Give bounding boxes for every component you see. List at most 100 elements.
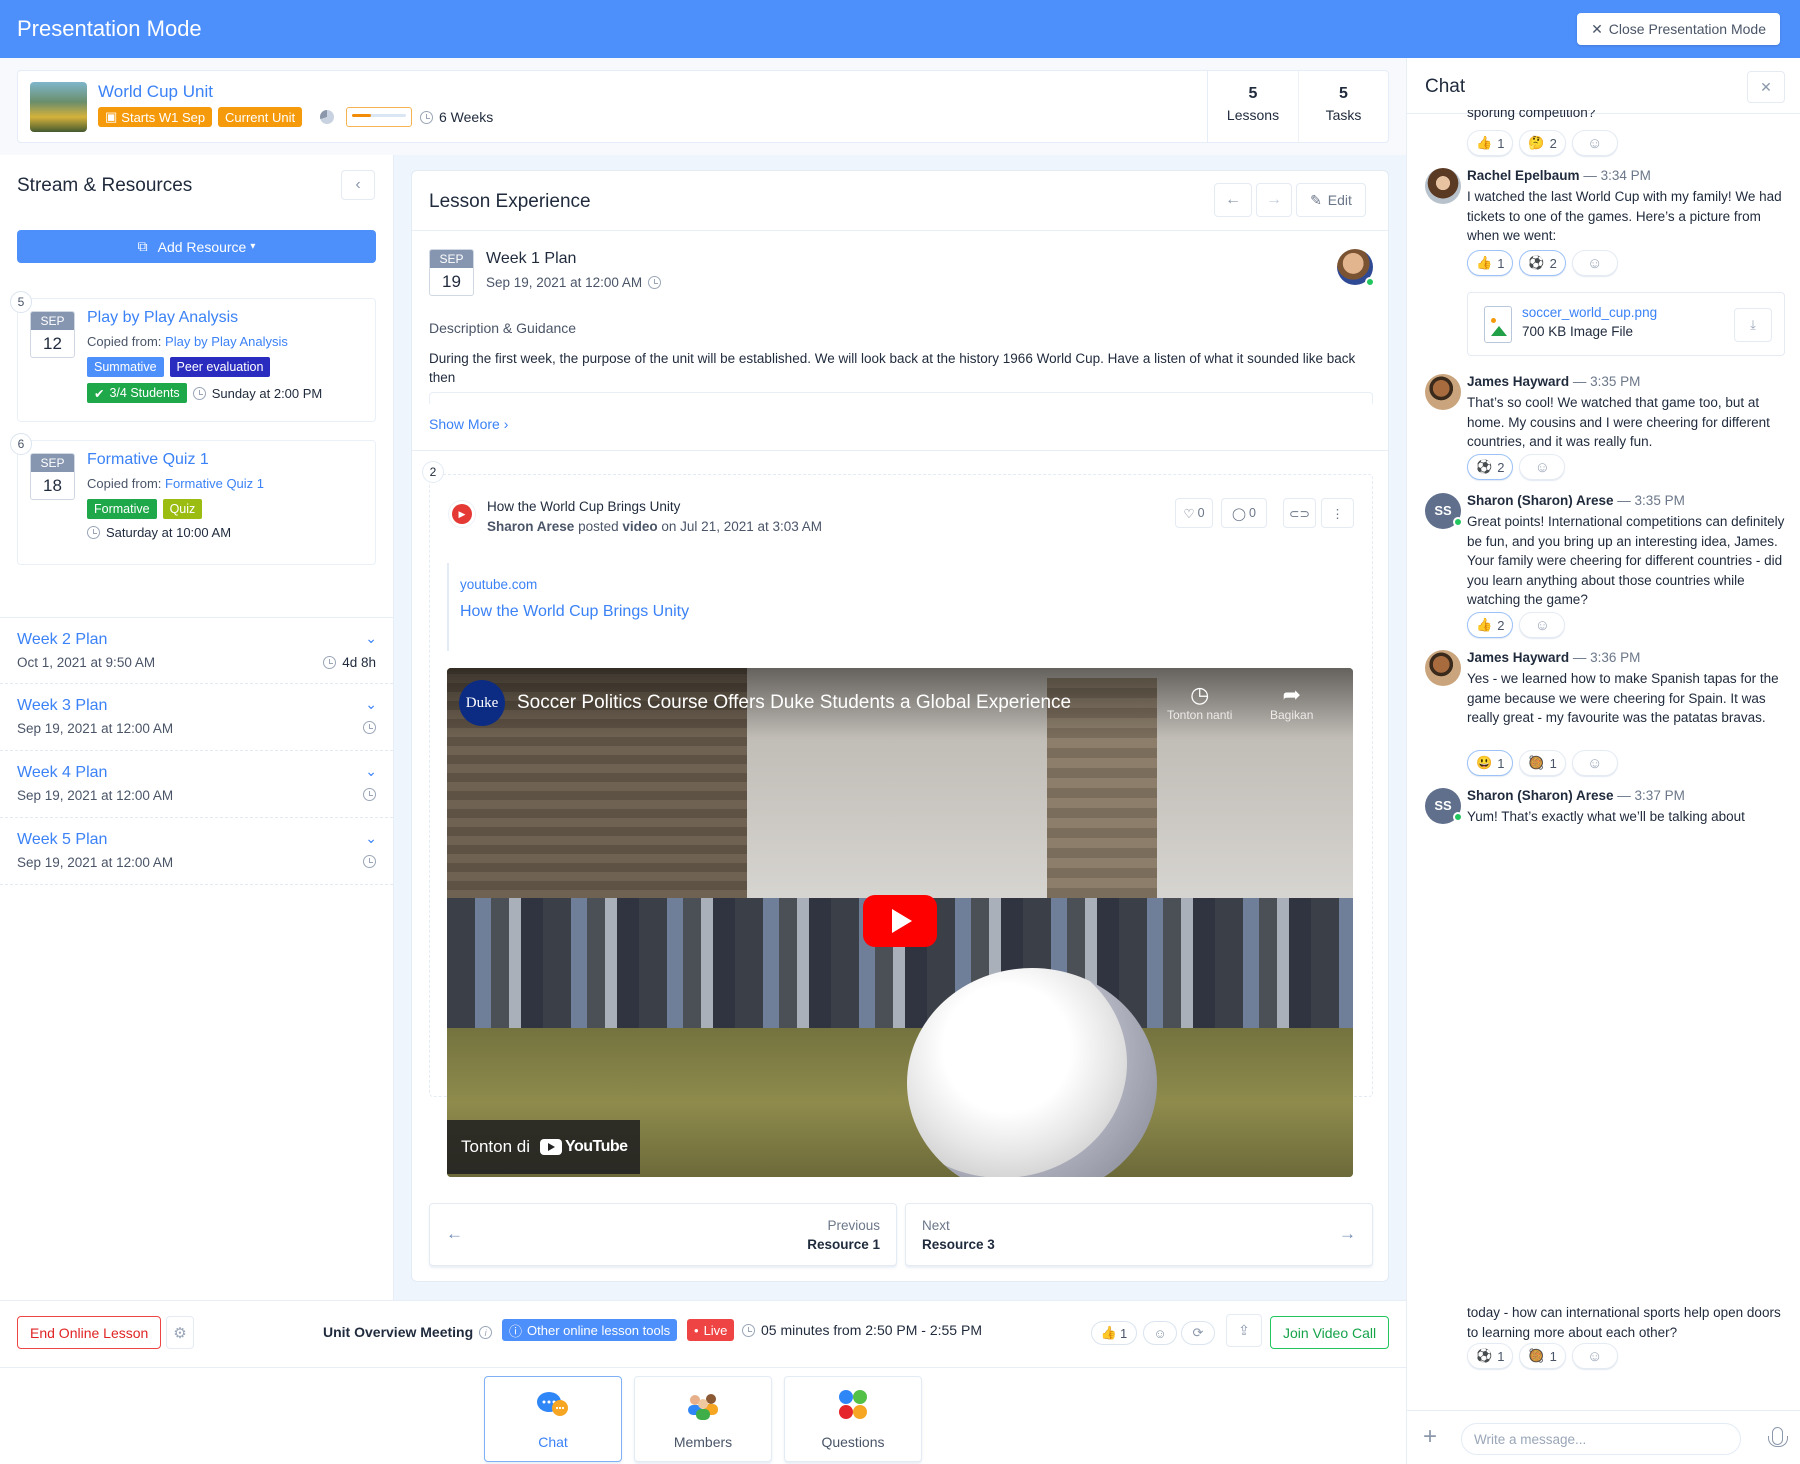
download-button[interactable]: ⤓ [1734, 308, 1772, 342]
unit-bar: World Cup Unit ▣ Starts W1 Sep Current Un… [17, 70, 1389, 143]
like-button[interactable]: ♡ 0 [1175, 498, 1213, 528]
reaction-button[interactable]: 🤔 2 [1519, 130, 1566, 156]
show-more-link[interactable]: Show More › [429, 416, 508, 432]
more-options-button[interactable]: ⋮ [1321, 498, 1354, 528]
file-name-link[interactable]: soccer_world_cup.png [1522, 305, 1657, 320]
add-reaction-button[interactable]: ☺ [1571, 130, 1618, 156]
post-author[interactable]: Sharon Arese [487, 519, 574, 534]
other-tools-button[interactable]: ⓘ Other online lesson tools [502, 1319, 678, 1341]
add-reaction-button[interactable]: ☺ [1571, 1343, 1618, 1369]
resource-title[interactable]: Play by Play Analysis [87, 309, 238, 327]
info-icon[interactable]: i [479, 1325, 493, 1339]
tile-members[interactable]: Members [634, 1376, 772, 1462]
reaction-button[interactable]: ⚽ 2 [1467, 454, 1514, 480]
week-plan-item[interactable]: Week 5 Plan Sep 19, 2021 at 12:00 AM ⌄ [0, 818, 393, 885]
refresh-button[interactable]: ⟳ [1181, 1321, 1215, 1345]
edit-button[interactable]: ✎ Edit [1296, 183, 1366, 217]
reaction-button[interactable]: ⚽ 1 [1467, 1343, 1514, 1369]
tag-row: Summative Peer evaluation [87, 357, 271, 377]
next-target: Resource 3 [922, 1237, 995, 1252]
reaction-button[interactable]: 😃 1 [1467, 750, 1514, 776]
reaction-button[interactable]: 👍 1 [1467, 130, 1514, 156]
week-plan-item[interactable]: Week 2 Plan Oct 1, 2021 at 9:50 AM ⌄ 4d … [0, 617, 393, 684]
share-button[interactable]: ➦ Bagikan [1270, 682, 1313, 722]
clock-icon [648, 276, 662, 289]
link-domain[interactable]: youtube.com [460, 577, 537, 592]
add-resource-button[interactable]: ⧉ Add Resource ▾ [17, 230, 376, 263]
tile-chat[interactable]: Chat [484, 1376, 622, 1462]
date-badge: SEP 12 [30, 311, 75, 358]
attach-button[interactable]: + [1423, 1423, 1437, 1451]
week-title: Week 2 Plan [17, 631, 108, 648]
unit-thumbnail [30, 82, 87, 132]
watch-on-youtube-button[interactable]: Tonton di YouTube [447, 1120, 640, 1174]
post-date: on Jul 21, 2021 at 3:03 AM [661, 519, 823, 534]
chevron-down-icon[interactable]: ⌄ [365, 830, 377, 847]
collapse-sidebar-button[interactable]: ‹ [341, 170, 375, 200]
comment-button[interactable]: ◯ 0 [1221, 498, 1267, 528]
youtube-play-icon: ▶ [448, 500, 476, 528]
next-lesson-button[interactable]: → [1256, 183, 1292, 217]
chevron-down-icon[interactable]: ⌄ [365, 696, 377, 713]
reaction-button[interactable]: 👍 2 [1467, 612, 1514, 638]
add-reaction-button[interactable]: ☺ [1519, 612, 1566, 638]
resource-card[interactable]: 6 SEP 18 Formative Quiz 1 Copied from: Fo… [10, 433, 376, 565]
reaction-button[interactable]: 🥘 1 [1519, 750, 1566, 776]
channel-logo[interactable]: Duke [459, 680, 505, 726]
copied-from-link[interactable]: Play by Play Analysis [165, 334, 288, 349]
message-time: — 3:36 PM [1572, 650, 1641, 665]
avatar[interactable] [1425, 650, 1461, 686]
author-name: Rachel Epelbaum [1467, 168, 1580, 183]
smiley-icon: ☺ [1587, 134, 1603, 152]
resource-title[interactable]: Formative Quiz 1 [87, 451, 209, 469]
clock-icon [192, 386, 206, 400]
thumbs-up-reaction[interactable]: 👍 1 [1091, 1321, 1137, 1345]
close-chat-button[interactable]: ✕ [1747, 71, 1785, 103]
online-indicator [1365, 277, 1375, 287]
add-reaction-button[interactable]: ☺ [1571, 250, 1618, 276]
avatar[interactable] [1425, 374, 1461, 410]
play-button[interactable] [863, 895, 937, 947]
youtube-brand: YouTube [565, 1138, 628, 1155]
chevron-down-icon[interactable]: ⌄ [365, 630, 377, 647]
video-title[interactable]: Soccer Politics Course Offers Duke Stude… [517, 692, 1071, 714]
reaction-button[interactable]: ⚽ 2 [1519, 250, 1566, 276]
add-reaction-button[interactable]: ☺ [1571, 750, 1618, 776]
copied-from: Copied from: Formative Quiz 1 [87, 476, 264, 491]
week-plan-item[interactable]: Week 3 Plan Sep 19, 2021 at 12:00 AM ⌄ [0, 684, 393, 751]
copy-link-button[interactable]: ⊂⊃ [1283, 498, 1316, 528]
reaction-button[interactable]: 👍 1 [1467, 250, 1514, 276]
join-video-call-button[interactable]: Join Video Call [1270, 1316, 1390, 1349]
youtube-video-player[interactable]: Duke Soccer Politics Course Offers Duke … [447, 668, 1353, 1177]
reaction-button[interactable]: 🥘 1 [1519, 1343, 1566, 1369]
tile-label: Questions [821, 1434, 885, 1450]
message-input[interactable] [1461, 1423, 1741, 1455]
avatar[interactable] [1425, 168, 1461, 204]
microphone-icon[interactable] [1768, 1427, 1788, 1447]
tile-questions[interactable]: Questions [784, 1376, 922, 1462]
lessons-count: 5 [1248, 85, 1258, 102]
week-plan-item[interactable]: Week 4 Plan Sep 19, 2021 at 12:00 AM ⌄ [0, 751, 393, 818]
copied-from-link[interactable]: Formative Quiz 1 [165, 476, 264, 491]
unit-name-link[interactable]: World Cup Unit [98, 82, 213, 102]
resource-card[interactable]: 5 SEP 12 Play by Play Analysis Copied fro… [10, 291, 376, 422]
close-presentation-button[interactable]: ✕ Close Presentation Mode [1577, 13, 1780, 45]
previous-resource-button[interactable]: ← Previous Resource 1 [429, 1203, 897, 1266]
share-screen-button[interactable]: ⇪ [1226, 1314, 1262, 1347]
add-reaction-button[interactable]: ☺ [1143, 1321, 1177, 1345]
settings-button[interactable]: ⚙ [166, 1316, 194, 1349]
next-resource-button[interactable]: Next Resource 3 → [905, 1203, 1373, 1266]
add-reaction-button[interactable]: ☺ [1519, 454, 1566, 480]
chevron-down-icon[interactable]: ⌄ [365, 763, 377, 780]
link-title[interactable]: How the World Cup Brings Unity [460, 603, 689, 621]
previous-lesson-button[interactable]: ← [1214, 183, 1252, 217]
other-tools-label: Other online lesson tools [527, 1322, 671, 1338]
post-meta: Sharon Arese posted video on Jul 21, 202… [487, 519, 822, 534]
message-text: Yum! That’s exactly what we’ll be talkin… [1467, 809, 1745, 824]
watch-later-button[interactable]: ◷ Tonton nanti [1167, 682, 1232, 722]
teacher-avatar[interactable] [1337, 249, 1375, 287]
reaction-count: 1 [1549, 755, 1557, 771]
lesson-column: Lesson Experience ← → ✎ Edit SEP 19 Week 1… [394, 155, 1406, 1300]
time-remaining [363, 855, 376, 868]
end-online-lesson-button[interactable]: End Online Lesson [17, 1316, 162, 1349]
